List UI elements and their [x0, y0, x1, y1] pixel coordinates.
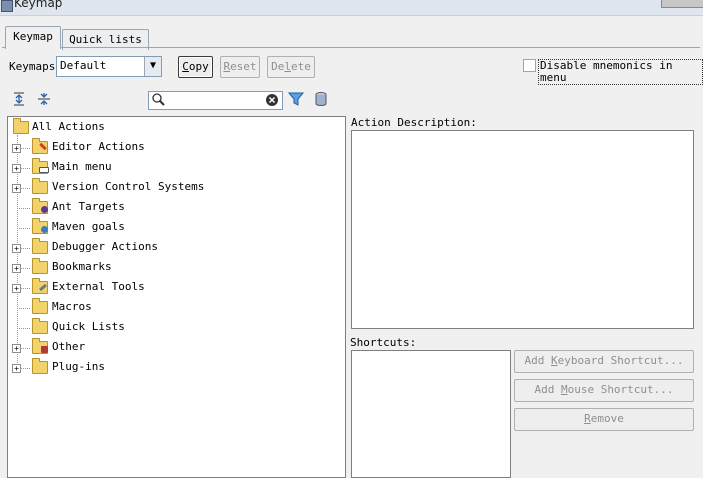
tree-item-version-control[interactable]: + Version Control Systems	[8, 178, 338, 199]
clear-search-icon[interactable]	[265, 93, 279, 107]
folder-icon	[32, 358, 48, 374]
ant-icon	[41, 206, 48, 213]
shortcuts-label: Shortcuts:	[350, 336, 417, 349]
tree-item-label: Editor Actions	[52, 140, 145, 153]
reset-button[interactable]: Reset	[220, 56, 260, 78]
tree-item-label: Debugger Actions	[52, 240, 158, 253]
tree-item-main-menu[interactable]: + Main menu	[8, 158, 338, 179]
tree-item-label: Other	[52, 340, 86, 353]
tree-root[interactable]: All Actions	[8, 118, 338, 139]
tree-item-label: Ant Targets	[52, 200, 125, 213]
menu-icon	[39, 167, 49, 173]
remove-button[interactable]: Remove	[514, 408, 694, 431]
folder-icon	[13, 118, 29, 134]
folder-icon	[32, 238, 48, 254]
tree-item-maven-goals[interactable]: Maven goals	[8, 218, 338, 239]
tree-item-editor-actions[interactable]: + Editor Actions	[8, 138, 338, 159]
action-description-label: Action Description:	[351, 116, 477, 129]
folder-icon	[32, 258, 48, 274]
tree-item-bookmarks[interactable]: + Bookmarks	[8, 258, 338, 279]
tree-item-label: External Tools	[52, 280, 145, 293]
tree-item-external-tools[interactable]: + External Tools	[8, 278, 338, 299]
other-icon	[41, 346, 48, 353]
tree-item-plug-ins[interactable]: + Plug-ins	[8, 358, 338, 379]
action-description-area[interactable]	[351, 130, 694, 329]
tree-item-label: Main menu	[52, 160, 112, 173]
keymap-select-value: Default	[60, 59, 107, 72]
tree-item-ant-targets[interactable]: Ant Targets	[8, 198, 338, 219]
tree-item-quick-lists[interactable]: Quick Lists	[8, 318, 338, 339]
window-title: Keymap	[14, 0, 63, 10]
tree-item-other[interactable]: + Other	[8, 338, 338, 359]
tree-item-debugger-actions[interactable]: + Debugger Actions	[8, 238, 338, 259]
keymap-select[interactable]: Default ▼	[56, 56, 162, 77]
disable-mnemonics-label[interactable]: Disable mnemonics in menu	[538, 59, 703, 85]
close-button[interactable]	[661, 0, 703, 8]
tree-item-label: Maven goals	[52, 220, 125, 233]
expand-all-icon[interactable]	[11, 91, 27, 107]
folder-icon	[32, 318, 48, 334]
copy-button-label-rest: opy	[188, 60, 209, 73]
title-bar: Keymap	[0, 0, 703, 16]
gear-icon	[41, 226, 48, 233]
search-field[interactable]	[148, 91, 283, 110]
search-icon	[150, 92, 166, 108]
add-mouse-shortcut-button[interactable]: Add Mouse Shortcut...	[514, 379, 694, 402]
find-shortcut-icon[interactable]	[313, 91, 329, 107]
tree-root-label: All Actions	[32, 120, 105, 133]
tree-item-label: Quick Lists	[52, 320, 125, 333]
folder-icon	[32, 298, 48, 314]
folder-icon	[32, 178, 48, 194]
copy-button[interactable]: Copy	[178, 56, 213, 78]
tab-divider	[2, 47, 700, 48]
tree-item-label: Plug-ins	[52, 360, 105, 373]
add-keyboard-shortcut-button[interactable]: Add Keyboard Shortcut...	[514, 350, 694, 373]
shortcuts-list[interactable]	[351, 350, 511, 478]
tree-item-label: Bookmarks	[52, 260, 112, 273]
filter-icon[interactable]	[287, 91, 305, 107]
actions-tree[interactable]: All Actions + Editor Actions + Main menu…	[7, 116, 346, 478]
collapse-all-icon[interactable]	[36, 91, 52, 107]
keymaps-label: Keymaps	[9, 60, 56, 73]
delete-button[interactable]: Delete	[267, 56, 315, 78]
app-icon	[1, 0, 13, 12]
disable-mnemonics-checkbox[interactable]	[523, 59, 536, 72]
tree-item-label: Version Control Systems	[52, 180, 205, 193]
tree-item-macros[interactable]: Macros	[8, 298, 338, 319]
chevron-down-icon[interactable]: ▼	[144, 57, 161, 76]
tab-keymap[interactable]: Keymap	[5, 26, 61, 49]
tree-item-label: Macros	[52, 300, 92, 313]
